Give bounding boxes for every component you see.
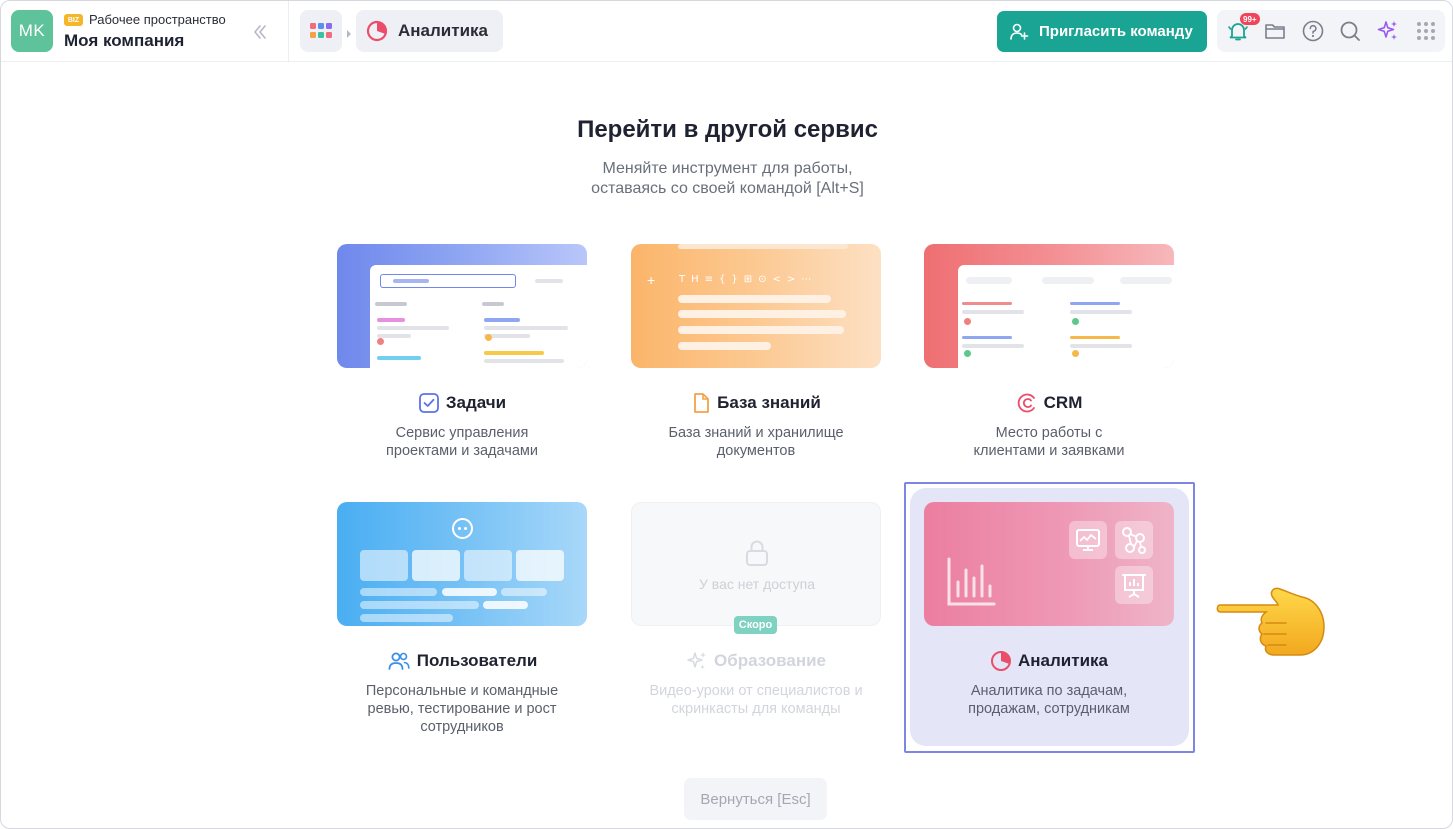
knowledge-base-preview-image: + TH≡{}⊞⊙<>⋯ <box>631 244 881 368</box>
divider <box>288 1 289 62</box>
apps-grid-icon <box>310 23 332 38</box>
desc-line: документов <box>716 443 796 459</box>
desc-line: продажам, сотрудникам <box>968 701 1130 717</box>
sparkle-icon <box>686 650 708 672</box>
service-name-label: Пользователи <box>416 651 538 670</box>
invite-team-label: Пригласить команду <box>1039 23 1193 40</box>
top-bar: MK BIZ Рабочее пространство Моя компания <box>1 1 1452 62</box>
app-window: MK BIZ Рабочее пространство Моя компания <box>0 0 1453 829</box>
desc-line: сотрудников <box>420 719 504 735</box>
service-card-crm[interactable]: CRM Место работы с клиентами и заявками <box>924 244 1174 474</box>
service-name-tasks: Задачи <box>337 392 587 414</box>
analytics-icon <box>990 650 1012 672</box>
back-button[interactable]: Вернуться [Esc] <box>684 778 827 820</box>
desc-line: База знаний и хранилище <box>668 425 844 441</box>
tasks-preview-image <box>337 244 587 368</box>
folder-icon[interactable] <box>1262 18 1288 44</box>
apps-grid-button[interactable] <box>300 10 342 52</box>
soon-badge: Скоро <box>734 616 777 634</box>
help-icon[interactable] <box>1300 18 1326 44</box>
more-apps-grid-icon[interactable] <box>1413 18 1439 44</box>
desc-line: Место работы с <box>995 425 1103 441</box>
service-name-label: CRM <box>1043 393 1083 412</box>
service-name-label: Образование <box>713 651 827 670</box>
network-icon <box>1115 521 1153 559</box>
service-name-analytics: Аналитика <box>924 650 1174 672</box>
presentation-icon <box>1115 566 1153 604</box>
search-icon[interactable] <box>1337 18 1363 44</box>
checkbox-icon <box>418 392 440 414</box>
ai-sparkle-icon[interactable] <box>1375 18 1401 44</box>
desc-line: ревью, тестирование и рост <box>367 701 557 717</box>
pointing-hand-icon <box>1214 585 1326 657</box>
service-name-users: Пользователи <box>337 650 587 672</box>
invite-team-button[interactable]: Пригласить команду <box>997 11 1207 52</box>
service-desc-knowledge-base: База знаний и хранилище документов <box>631 424 881 460</box>
desc-line: скринкасты для команды <box>671 701 841 717</box>
monitor-chart-icon <box>1069 521 1107 559</box>
desc-line: клиентами и заявками <box>973 443 1125 459</box>
crm-preview-image <box>924 244 1174 368</box>
breadcrumb-separator-icon <box>346 26 352 38</box>
workspace-company-name[interactable]: Моя компания <box>64 31 184 51</box>
desc-line: Видео-уроки от специалистов и <box>649 683 863 699</box>
service-name-knowledge-base: База знаний <box>631 392 881 414</box>
service-card-knowledge-base[interactable]: + TH≡{}⊞⊙<>⋯ База знаний База знаний и х… <box>631 244 881 474</box>
desc-line: Сервис управления <box>395 425 529 441</box>
users-icon <box>387 650 411 672</box>
page-subtitle: Меняйте инструмент для работы, оставаясь… <box>1 159 1452 199</box>
breadcrumb-current-label: Аналитика <box>398 21 488 40</box>
lock-icon <box>745 539 769 572</box>
users-preview-image <box>337 502 587 626</box>
bar-chart-icon <box>946 556 998 613</box>
service-desc-tasks: Сервис управления проектами и задачами <box>337 424 587 460</box>
workspace-avatar[interactable]: MK <box>11 10 53 52</box>
document-icon <box>691 392 711 414</box>
service-name-label: База знаний <box>717 393 821 412</box>
service-desc-users: Персональные и командные ревью, тестиров… <box>337 682 587 736</box>
service-desc-crm: Место работы с клиентами и заявками <box>924 424 1174 460</box>
service-desc-analytics: Аналитика по задачам, продажам, сотрудни… <box>924 682 1174 718</box>
workspace-label: Рабочее пространство <box>89 12 226 27</box>
workspace-plan-badge: BIZ <box>64 14 83 26</box>
add-user-icon <box>1010 23 1029 40</box>
desc-line: Персональные и командные <box>365 683 559 699</box>
service-card-education: У вас нет доступа Скоро Образование Виде… <box>631 502 881 732</box>
service-card-users[interactable]: Пользователи Персональные и командные ре… <box>337 502 587 742</box>
no-access-text: У вас нет доступа <box>699 576 815 592</box>
service-name-label: Аналитика <box>1018 651 1108 670</box>
service-card-analytics[interactable]: Аналитика Аналитика по задачам, продажам… <box>924 502 1174 732</box>
desc-line: проектами и задачами <box>386 443 538 459</box>
page-title: Перейти в другой сервис <box>577 116 878 143</box>
service-name-crm: CRM <box>924 392 1174 414</box>
analytics-icon <box>366 20 388 42</box>
service-name-label: Задачи <box>445 393 507 412</box>
service-name-education: Образование <box>631 650 881 672</box>
service-desc-education: Видео-уроки от специалистов и скринкасты… <box>631 682 881 718</box>
education-preview-locked: У вас нет доступа <box>631 502 881 626</box>
collapse-sidebar-icon[interactable] <box>249 21 271 43</box>
service-card-tasks[interactable]: Задачи Сервис управления проектами и зад… <box>337 244 587 474</box>
crm-icon <box>1016 392 1038 414</box>
breadcrumb-current-service[interactable]: Аналитика <box>356 10 503 52</box>
analytics-preview-image <box>924 502 1174 626</box>
subtitle-line: оставаясь со своей командой [Alt+S] <box>591 180 864 197</box>
desc-line: Аналитика по задачам, <box>970 683 1128 699</box>
notifications-count-badge: 99+ <box>1240 13 1260 25</box>
subtitle-line: Меняйте инструмент для работы, <box>602 160 853 177</box>
